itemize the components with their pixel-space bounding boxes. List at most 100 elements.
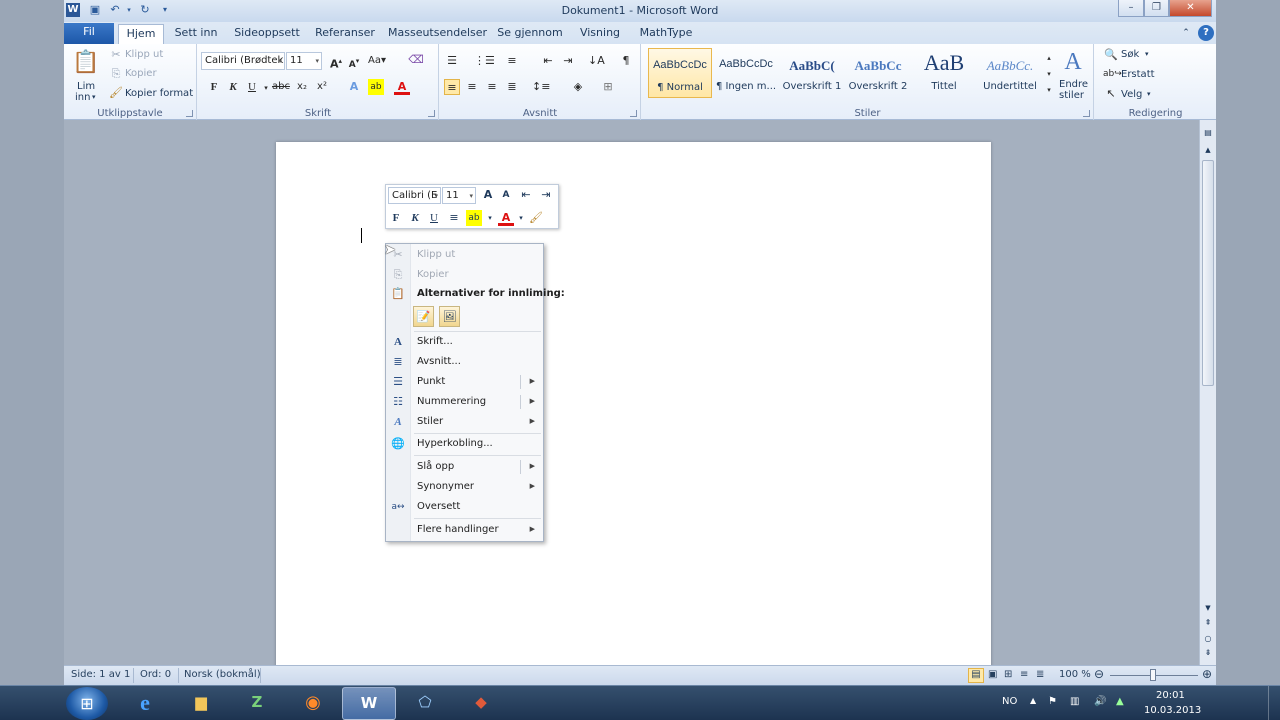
scroll-thumb[interactable] xyxy=(1202,160,1214,386)
ruler-toggle-icon[interactable]: ▤ xyxy=(1203,128,1213,140)
minimize-button[interactable]: – xyxy=(1118,0,1144,17)
styles-more-icon[interactable]: ▾ xyxy=(1044,82,1054,98)
strikethrough-icon[interactable]: abc xyxy=(272,79,290,95)
paste-picture-icon[interactable]: 🖼 xyxy=(439,306,460,327)
mini-italic-button[interactable]: K xyxy=(407,210,423,226)
mini-highlight-dropdown-icon[interactable]: ▾ xyxy=(482,210,498,226)
paste-dropdown-icon[interactable]: ▾ xyxy=(92,93,96,101)
font-color-icon[interactable]: A xyxy=(394,79,410,95)
mini-font-combo[interactable]: Calibri (E ▾ xyxy=(388,187,441,204)
replace-button[interactable]: Erstatt xyxy=(1121,69,1155,80)
app-icon[interactable]: ◆ xyxy=(454,687,508,720)
status-language[interactable]: Norsk (bokmål) xyxy=(184,669,261,680)
mini-font-color-dropdown-icon[interactable]: ▾ xyxy=(513,210,529,226)
paste-label-2[interactable]: inn xyxy=(75,92,90,103)
draft-view-icon[interactable]: ≣ xyxy=(1036,669,1044,680)
print-layout-view-icon[interactable]: ▤ xyxy=(968,668,984,683)
decrease-indent-icon[interactable]: ⇤ xyxy=(540,53,556,69)
zoom-out-icon[interactable]: ⊖ xyxy=(1094,667,1104,681)
multilevel-list-icon[interactable]: ≡ xyxy=(504,53,520,69)
font-size-combo[interactable]: 11 ▾ xyxy=(286,52,322,70)
change-styles-label[interactable]: Endre xyxy=(1059,79,1088,90)
file-explorer-icon[interactable]: ▆ xyxy=(174,687,228,720)
subscript-icon[interactable]: x₂ xyxy=(294,79,310,95)
mini-font-color-icon[interactable]: A xyxy=(498,210,514,226)
firefox-icon[interactable]: ◉ xyxy=(286,687,340,720)
web-layout-view-icon[interactable]: ⊞ xyxy=(1004,669,1012,680)
status-page[interactable]: Side: 1 av 1 xyxy=(71,669,130,680)
submenu-arrow-icon[interactable]: ▶ xyxy=(530,397,535,405)
mini-decrease-indent-icon[interactable]: ⇤ xyxy=(518,187,534,203)
align-center-icon[interactable]: ≡ xyxy=(464,79,480,95)
submenu-arrow-icon[interactable]: ▶ xyxy=(530,377,535,385)
highlight-icon[interactable]: ab xyxy=(368,79,384,95)
line-spacing-icon[interactable]: ↕≡ xyxy=(532,79,550,95)
italic-button[interactable]: K xyxy=(225,79,241,95)
menu-item-paragraph[interactable]: ≣ Avsnitt... xyxy=(386,352,543,372)
tab-hjem[interactable]: Hjem xyxy=(118,24,164,44)
status-words[interactable]: Ord: 0 xyxy=(140,669,171,680)
increase-indent-icon[interactable]: ⇥ xyxy=(560,53,576,69)
zoom-in-icon[interactable]: ⊕ xyxy=(1202,667,1212,681)
menu-item-font[interactable]: A Skrift... xyxy=(386,332,543,352)
paragraph-launcher-icon[interactable] xyxy=(630,110,637,117)
style-normal[interactable]: AaBbCcDc ¶ Normal xyxy=(648,48,712,98)
find-button[interactable]: Søk xyxy=(1121,49,1139,60)
zoom-slider-thumb[interactable] xyxy=(1150,669,1156,681)
find-icon[interactable]: 🔍 xyxy=(1103,47,1119,63)
paste-icon[interactable]: 📋 xyxy=(72,48,99,78)
internet-explorer-icon[interactable]: e xyxy=(118,687,172,720)
close-button[interactable]: ✕ xyxy=(1169,0,1212,17)
justify-icon[interactable]: ≣ xyxy=(504,79,520,95)
mini-shrink-font-icon[interactable]: A xyxy=(498,187,514,203)
format-painter-icon[interactable]: 🖌 xyxy=(108,85,124,101)
mathtype-app-icon[interactable]: Z xyxy=(230,687,284,720)
show-desktop-button[interactable] xyxy=(1268,686,1280,720)
change-styles-label-2[interactable]: stiler xyxy=(1059,90,1084,101)
browse-object-icon[interactable]: ○ xyxy=(1203,634,1213,643)
mini-highlight-icon[interactable]: ab xyxy=(466,210,482,226)
grow-font-icon[interactable]: A▴ xyxy=(328,53,344,71)
menu-item-numbering[interactable]: ☷ Nummerering ▶ xyxy=(386,392,543,412)
superscript-icon[interactable]: x² xyxy=(314,79,330,95)
numbering-icon[interactable]: ⋮☰ xyxy=(474,53,495,69)
styles-launcher-icon[interactable] xyxy=(1083,110,1090,117)
vertical-scrollbar[interactable]: ▤ ▲ ▼ ⇞ ○ ⇟ xyxy=(1199,120,1216,665)
style-heading-2[interactable]: AaBbCc Overskrift 2 xyxy=(846,48,910,98)
sort-icon[interactable]: ↓A xyxy=(588,53,605,69)
show-hidden-icons-icon[interactable]: ▲ xyxy=(1030,696,1036,705)
volume-icon[interactable]: 🔊 xyxy=(1094,696,1106,707)
tab-mathtype[interactable]: MathType xyxy=(634,24,698,44)
change-case-icon[interactable]: Aa▾ xyxy=(368,53,386,69)
bullets-icon[interactable]: ☰ xyxy=(444,53,460,69)
network-icon[interactable]: ▥ xyxy=(1070,696,1079,707)
mini-format-painter-icon[interactable]: 🖌 xyxy=(528,210,544,226)
mini-center-icon[interactable]: ≡ xyxy=(446,210,462,226)
clock-time[interactable]: 20:01 xyxy=(1156,690,1185,701)
tray-app-icon[interactable]: ▲ xyxy=(1116,696,1124,707)
scroll-down-icon[interactable]: ▼ xyxy=(1203,604,1213,612)
text-effects-icon[interactable]: A xyxy=(346,79,362,95)
start-button-icon[interactable]: ⊞ xyxy=(66,687,108,720)
font-name-combo[interactable]: Calibri (Brødtek ▾ xyxy=(201,52,285,70)
tab-visning[interactable]: Visning xyxy=(574,24,626,44)
help-icon[interactable]: ? xyxy=(1198,25,1214,41)
minimize-ribbon-icon[interactable]: ⌃ xyxy=(1178,24,1194,44)
font-launcher-icon[interactable] xyxy=(428,110,435,117)
tab-masseutsendelser[interactable]: Masseutsendelser xyxy=(388,24,487,44)
restore-button[interactable]: ❐ xyxy=(1144,0,1169,17)
menu-item-more-actions[interactable]: Flere handlinger ▶ xyxy=(386,520,543,540)
select-icon[interactable]: ↖ xyxy=(1103,86,1119,102)
previous-page-icon[interactable]: ⇞ xyxy=(1203,618,1213,627)
menu-item-hyperlink[interactable]: 🌐 Hyperkobling... xyxy=(386,434,543,454)
tab-referanser[interactable]: Referanser xyxy=(314,24,376,44)
menu-item-synonyms[interactable]: Synonymer ▶ xyxy=(386,477,543,497)
clear-formatting-icon[interactable]: ⌫ xyxy=(408,52,424,68)
outline-view-icon[interactable]: ≡ xyxy=(1020,669,1028,680)
bold-button[interactable]: F xyxy=(206,79,222,95)
format-painter-button[interactable]: Kopier format xyxy=(125,88,193,99)
geogebra-icon[interactable]: ⬠ xyxy=(398,687,452,720)
paste-keep-formatting-icon[interactable]: 📝 xyxy=(413,306,434,327)
tab-se-gjennom[interactable]: Se gjennom xyxy=(496,24,564,44)
select-button[interactable]: Velg xyxy=(1121,89,1142,100)
